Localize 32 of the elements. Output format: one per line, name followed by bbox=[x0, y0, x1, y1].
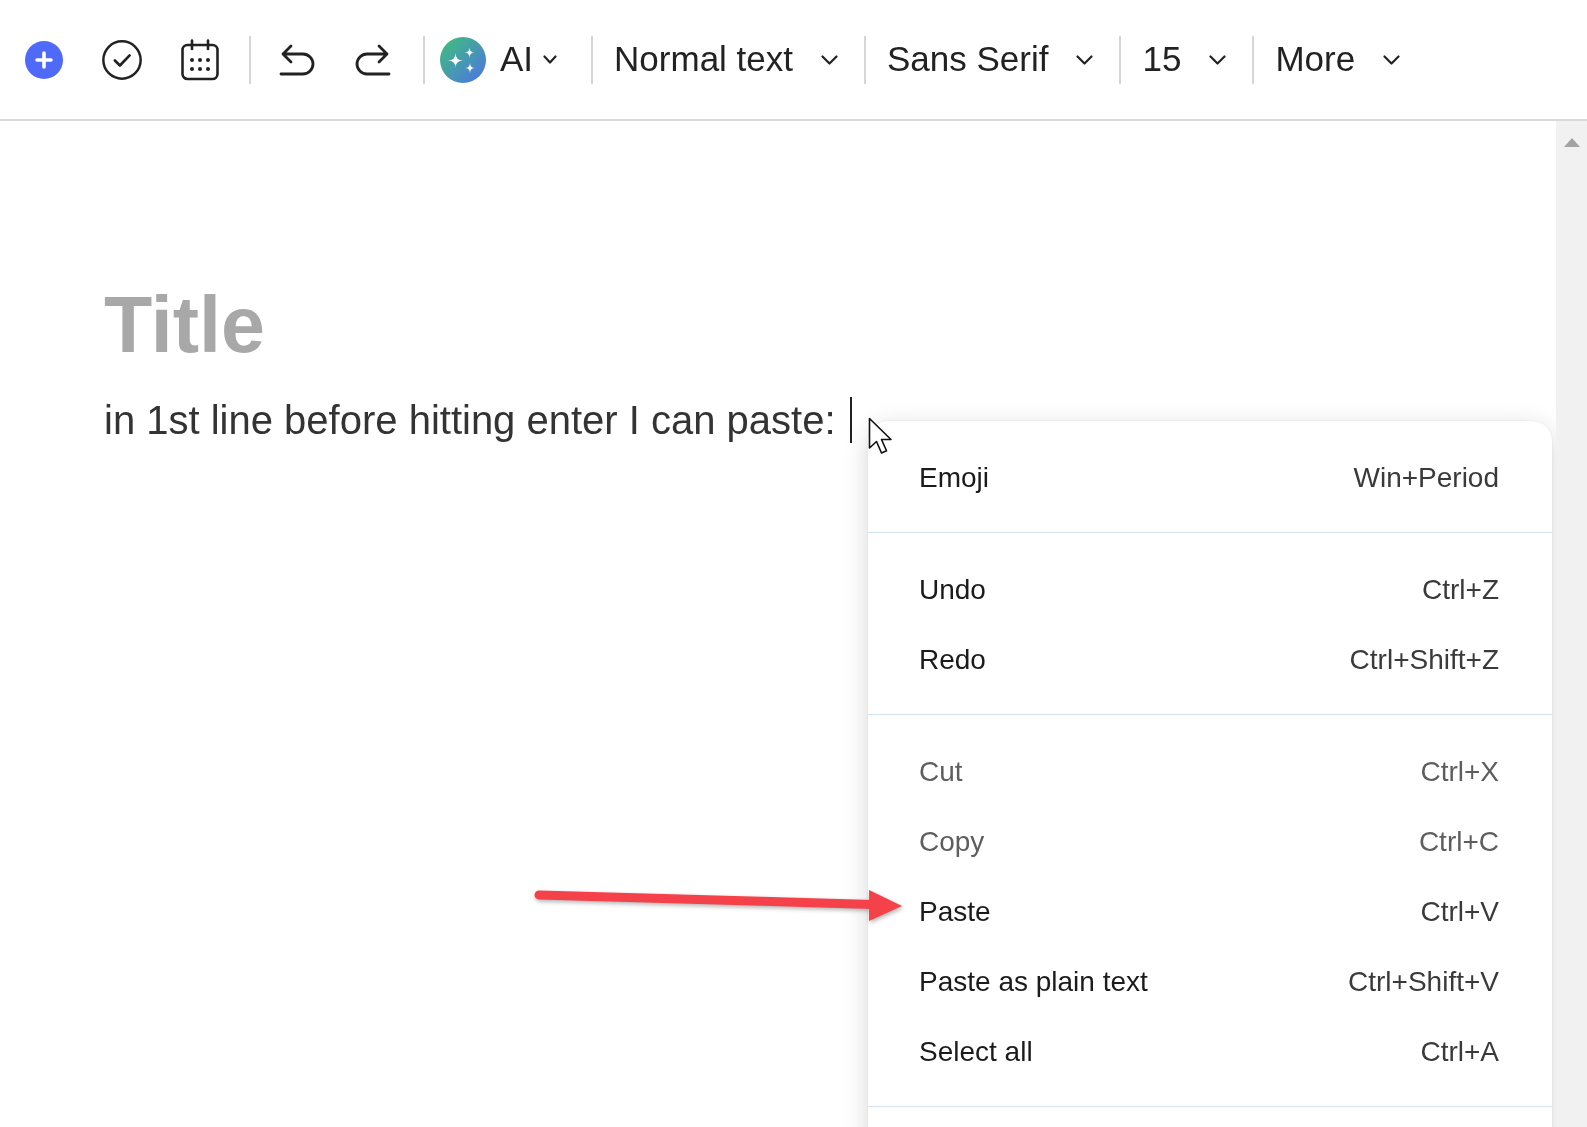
menu-item[interactable]: Paste as plain text Ctrl+Shift+V bbox=[868, 947, 1552, 1017]
menu-item[interactable]: Paste Ctrl+V bbox=[868, 877, 1552, 947]
check-circle-icon bbox=[102, 38, 142, 81]
menu-item[interactable]: Emoji Win+Period bbox=[868, 443, 1552, 513]
shortcut-text: Ctrl+Shift+Z bbox=[1349, 643, 1499, 677]
sparkles-icon bbox=[440, 36, 486, 83]
scroll-up-icon bbox=[1563, 138, 1580, 147]
plus-icon bbox=[25, 40, 63, 79]
chevron-down-icon bbox=[1383, 54, 1401, 65]
shortcut-text: Ctrl+A bbox=[1420, 1035, 1499, 1069]
shortcut-text: Ctrl+V bbox=[1420, 895, 1499, 929]
shortcut-text: Ctrl+C bbox=[1418, 825, 1499, 859]
dropdown-button[interactable]: Normal text bbox=[593, 33, 864, 86]
menu-item[interactable]: Select all Ctrl+A bbox=[868, 1017, 1552, 1087]
shortcut-text: Ctrl+Z bbox=[1422, 573, 1499, 607]
ai-button[interactable]: AI bbox=[440, 33, 558, 86]
dropdown-button[interactable]: More bbox=[1254, 33, 1427, 86]
body-text: in 1st line before hitting enter I can paste: bbox=[104, 397, 836, 444]
menu-item[interactable]: Undo Ctrl+Z bbox=[868, 555, 1552, 625]
dropdown-button[interactable]: 15 bbox=[1121, 33, 1253, 86]
menu-item[interactable]: Redo Ctrl+Shift+Z bbox=[868, 625, 1552, 695]
text-caret bbox=[849, 397, 852, 443]
title-field[interactable]: Title bbox=[104, 277, 404, 373]
chevron-down-icon bbox=[1209, 54, 1227, 65]
chevron-down-icon bbox=[821, 54, 838, 65]
chevron-down-icon bbox=[543, 55, 558, 64]
shortcut-text: Ctrl+Shift+V bbox=[1348, 965, 1499, 999]
dropdown-button[interactable]: Sans Serif bbox=[866, 33, 1120, 86]
chevron-down-icon bbox=[1076, 54, 1094, 65]
shortcut-text: Win+Period bbox=[1353, 461, 1499, 495]
calendar-icon bbox=[181, 38, 219, 81]
shortcut-text: Ctrl+X bbox=[1420, 755, 1499, 789]
